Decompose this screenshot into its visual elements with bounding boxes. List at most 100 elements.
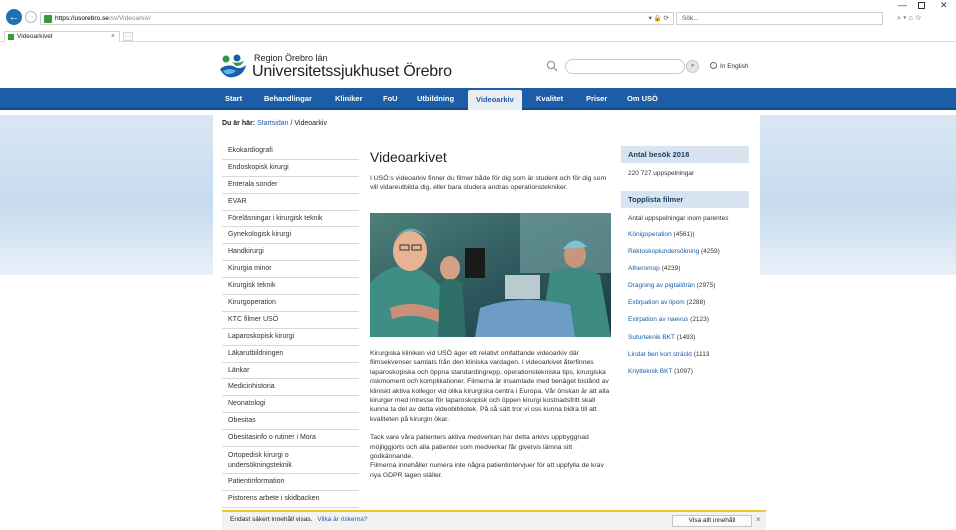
top-list-item[interactable]: Atheromop (4239) [621, 260, 749, 277]
risk-info-link[interactable]: Vilka är riskerna? [317, 516, 367, 523]
top-list-link[interactable]: Knytteknik BKT [628, 368, 672, 375]
menu-item[interactable]: Föreläsningar i kirurgisk teknik [222, 211, 359, 228]
logo-region-text[interactable]: Region Örebro län [254, 53, 328, 63]
menu-item[interactable]: Endoskopisk kirurgi [222, 160, 359, 177]
menu-item[interactable]: Laparoskopisk kirurgi [222, 329, 359, 346]
notification-message: Endast säkert innehåll visas. Vilka är ri… [230, 516, 368, 523]
menu-item[interactable]: Ekokardiografi [222, 143, 359, 160]
top-list-item[interactable]: Extirpation av lipom (2288) [621, 294, 749, 311]
nav-item-videoarkiv[interactable]: Videoarkiv [468, 90, 522, 110]
menu-item[interactable]: Obesitas [222, 413, 359, 431]
menu-item[interactable]: Kirurgia minor [222, 261, 359, 279]
top-list-link[interactable]: Suturteknik BKT [628, 334, 675, 341]
region-logo-icon[interactable] [218, 53, 248, 83]
top-list-count: (1493) [674, 333, 696, 341]
top-list-item[interactable]: Lindat ben kort sträckt (1113 [621, 346, 749, 363]
menu-item[interactable]: Neonatologi [222, 396, 359, 414]
top-list-item[interactable]: Suturteknik BKT (1493) [621, 329, 749, 346]
security-notification-bar: Endast säkert innehåll visas. Vilka är ri… [222, 510, 766, 530]
notification-text: Endast säkert innehåll visas. [230, 516, 313, 523]
menu-item[interactable]: Ortopedisk kirurgi o undersökningsteknik [222, 447, 359, 475]
top-list-count: (1097) [672, 367, 693, 375]
site-favicon-icon [44, 15, 52, 23]
site-search-button[interactable]: » [686, 60, 699, 73]
url-path: /sv/Videoarkiv/ [108, 15, 151, 22]
nav-item-om-uso[interactable]: Om USÖ [627, 88, 658, 110]
menu-item[interactable]: KTC filmer USÖ [222, 312, 359, 329]
maximize-icon[interactable] [918, 2, 925, 9]
top-list-count: (2975) [694, 282, 716, 290]
main-navigation: Start Behandlingar Kliniker FoU Utbildni… [0, 88, 956, 110]
menu-item[interactable]: Gynekologisk kirurgi [222, 227, 359, 245]
browser-search-input[interactable]: Sök... [676, 12, 883, 25]
top-list-link[interactable]: Atheromop [628, 265, 660, 272]
language-link-label: In English [720, 63, 749, 70]
menu-item[interactable]: Obesitasinfo o rutiner i Mora [222, 430, 359, 448]
background-band-left [0, 115, 213, 275]
nav-item-priser[interactable]: Priser [586, 88, 607, 110]
top-list-count: (2288) [684, 299, 706, 307]
forward-arrow-icon[interactable]: → [25, 11, 37, 23]
globe-icon [710, 62, 717, 69]
top-list-count: (4259) [699, 248, 720, 256]
browser-tab[interactable]: Videoarkivet × [4, 31, 120, 42]
tab-strip: Videoarkivet × [0, 30, 956, 42]
breadcrumb-prefix: Du är här: [222, 120, 256, 127]
top-list-count: (1113 [691, 350, 710, 358]
new-tab-button[interactable] [123, 32, 133, 41]
top-list-link[interactable]: Extirpation av lipom [628, 299, 685, 306]
menu-item[interactable]: Patientinformation [222, 474, 359, 491]
top-list-item[interactable]: Dragning av pigtaildrän (2975) [621, 277, 749, 294]
nav-item-utbildning[interactable]: Utbildning [417, 88, 454, 110]
menu-item[interactable]: Kirurgisk teknik [222, 278, 359, 296]
address-bar[interactable]: https://usorebro.se/sv/Videoarkiv/ ▾ 🔒 ⟳ [40, 12, 674, 25]
top-list-item[interactable]: Knytteknik BKT (1097) [621, 363, 749, 380]
breadcrumb: Du är här: Startsidan / Videoarkiv [222, 120, 327, 127]
top-list-count: (2123) [688, 316, 709, 324]
close-window-icon[interactable]: ✕ [940, 0, 948, 11]
top-list-link[interactable]: Dragning av pigtaildrän [628, 282, 695, 289]
nav-item-kvalitet[interactable]: Kvalitet [536, 88, 563, 110]
left-menu: Ekokardiografi Endoskopisk kirurgi Enter… [222, 143, 359, 508]
top-list-item[interactable]: Königoperation (4561)) [621, 226, 749, 243]
top-list-link[interactable]: Lindat ben kort sträckt [628, 351, 692, 358]
minimize-icon[interactable]: — [898, 0, 907, 10]
menu-item[interactable]: Pistorens arbete i skidbacken [222, 491, 359, 508]
page-title: Videoarkivet [370, 149, 447, 165]
article-paragraph: Kirurgiska kliniken vid USÖ äger ett rel… [370, 350, 610, 423]
address-url[interactable]: https://usorebro.se/sv/Videoarkiv/ [55, 14, 151, 24]
breadcrumb-home-link[interactable]: Startsidan [257, 120, 289, 127]
menu-item[interactable]: Länkar [222, 363, 359, 380]
menu-item[interactable]: Handkirurgi [222, 244, 359, 262]
close-icon[interactable]: × [756, 515, 761, 524]
address-actions-icon[interactable]: ▾ 🔒 ⟳ [649, 14, 669, 24]
back-arrow-icon[interactable]: ← [6, 9, 22, 25]
language-link[interactable]: In English [710, 62, 749, 70]
nav-item-kliniker[interactable]: Kliniker [335, 88, 363, 110]
nav-item-start[interactable]: Start [225, 88, 242, 110]
top-list-note: Antal uppspelningar inom parentes [628, 215, 729, 222]
top-list-link[interactable]: Rektoskopiundersökning [628, 248, 699, 255]
top-list-link[interactable]: Exirpation av naevus [628, 316, 688, 323]
menu-item[interactable]: Medicinhistoria [222, 379, 359, 397]
visits-count: 220 727 uppspelningar [628, 170, 695, 177]
menu-item[interactable]: Läkarutbildningen [222, 346, 359, 363]
menu-item[interactable]: Enterala sonder [222, 177, 359, 194]
show-all-content-button[interactable]: Visa allt innehåll [672, 515, 752, 527]
browser-tools-icon[interactable]: ⌕ ▾ ⌂ ☆ [897, 13, 921, 23]
surgery-photo [370, 213, 611, 337]
menu-item[interactable]: EVAR [222, 194, 359, 211]
tab-close-icon[interactable]: × [111, 32, 115, 42]
logo-hospital-text[interactable]: Universitetssjukhuset Örebro [252, 63, 452, 81]
intro-text: I USÖ:s videoarkiv finner du filmer både… [370, 175, 607, 192]
tab-favicon-icon [8, 34, 14, 40]
nav-item-fou[interactable]: FoU [383, 88, 398, 110]
site-search-input[interactable] [565, 59, 685, 74]
nav-item-behandlingar[interactable]: Behandlingar [264, 88, 312, 110]
article-paragraph: Tack vare våra patienters aktiva medverk… [370, 434, 589, 461]
menu-item[interactable]: Kirurgoperation [222, 295, 359, 312]
top-list-item[interactable]: Exirpation av naevus (2123) [621, 311, 749, 328]
top-list-link[interactable]: Königoperation [628, 231, 672, 238]
top-list-item[interactable]: Rektoskopiundersökning (4259) [621, 243, 749, 260]
browser-toolbar: ← → https://usorebro.se/sv/Videoarkiv/ ▾… [0, 0, 956, 30]
